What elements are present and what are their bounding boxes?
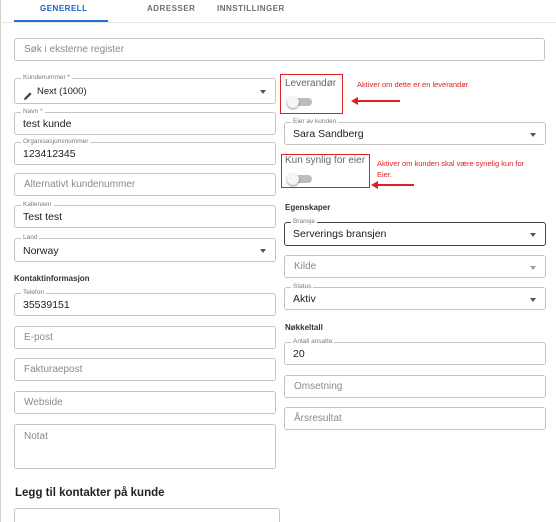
add-contact-field[interactable]	[14, 508, 280, 522]
phone-label: Telefon	[21, 289, 46, 297]
name-label: Navn *	[21, 108, 45, 116]
chevron-down-icon	[530, 132, 536, 137]
external-register-search[interactable]: Søk i eksterne register	[14, 38, 545, 61]
chevron-down-icon	[530, 233, 536, 237]
owner-select[interactable]: Eier av kunden Sara Sandberg	[284, 118, 546, 145]
email-placeholder: E-post	[24, 332, 53, 343]
status-select[interactable]: Status Aktiv	[284, 283, 546, 310]
country-label: Land	[21, 234, 40, 242]
key-figures-heading: Nøkkeltall	[285, 323, 323, 332]
employees-value: 20	[293, 348, 305, 360]
tab-adresser[interactable]: ADRESSER	[147, 4, 195, 13]
customer-number-label: Kundenummer *	[21, 74, 72, 82]
chevron-down-icon	[530, 297, 536, 302]
org-number-field[interactable]: Organisasjonsnummer 123412345	[14, 138, 276, 165]
revenue-field[interactable]: Omsetning	[284, 375, 546, 398]
annual-result-field[interactable]: Årsresultat	[284, 407, 546, 430]
contact-info-heading: Kontaktinformasjon	[14, 274, 90, 283]
properties-heading: Egenskaper	[285, 203, 331, 212]
customer-number-value: Next (1000)	[37, 86, 87, 97]
customer-number-select[interactable]: Kundenummer * Next (1000)	[14, 74, 276, 104]
country-value: Norway	[23, 245, 59, 257]
org-number-value: 123412345	[23, 148, 76, 160]
industry-select[interactable]: Bransje Serverings bransjen	[284, 218, 546, 246]
alt-customer-number-placeholder: Alternativt kundenummer	[24, 179, 136, 190]
employees-field[interactable]: Antall ansatte 20	[284, 338, 546, 365]
org-number-label: Organisasjonsnummer	[21, 138, 91, 146]
owner-value: Sara Sandberg	[293, 128, 364, 140]
status-label: Status	[291, 283, 314, 291]
invoice-email-field[interactable]: Fakturaepost	[14, 358, 276, 381]
tab-innstillinger[interactable]: INNSTILLINGER	[217, 4, 285, 13]
owner-only-annotation-line2: Eier.	[377, 170, 393, 179]
owner-only-annotation-line1: Aktiver om kunden skal være synelig kun …	[377, 159, 525, 168]
search-placeholder: Søk i eksterne register	[24, 44, 125, 55]
owner-only-toggle-thumb[interactable]	[287, 173, 299, 185]
alt-customer-number-field[interactable]: Alternativt kundenummer	[14, 173, 276, 196]
panel-border	[0, 0, 1, 522]
country-select[interactable]: Land Norway	[14, 234, 276, 262]
annual-result-placeholder: Årsresultat	[294, 413, 342, 424]
website-placeholder: Webside	[24, 397, 63, 408]
chevron-down-icon	[530, 265, 536, 270]
owner-label: Eier av kunden	[291, 118, 339, 126]
phone-field[interactable]: Telefon 35539151	[14, 289, 276, 316]
pencil-icon	[24, 92, 32, 100]
supplier-annotation: Aktiver om dette er en leverandør	[357, 80, 469, 89]
employees-label: Antall ansatte	[291, 338, 335, 346]
chevron-down-icon	[260, 90, 266, 94]
industry-label: Bransje	[291, 218, 318, 226]
source-placeholder: Kilde	[294, 261, 317, 272]
status-value: Aktiv	[293, 293, 316, 305]
phone-value: 35539151	[23, 299, 70, 311]
nickname-label: Kallenavn	[21, 201, 54, 209]
add-contacts-heading: Legg til kontakter på kunde	[15, 487, 165, 499]
tab-divider	[0, 22, 556, 23]
website-field[interactable]: Webside	[14, 391, 276, 414]
arrow-left-icon	[371, 181, 378, 189]
owner-only-arrow	[376, 184, 414, 186]
email-field[interactable]: E-post	[14, 326, 276, 349]
tab-generell[interactable]: GENERELL	[40, 4, 88, 13]
name-value: test kunde	[23, 118, 72, 130]
nickname-field[interactable]: Kallenavn Test test	[14, 201, 276, 228]
source-select[interactable]: Kilde	[284, 255, 546, 278]
arrow-left-icon	[351, 97, 358, 105]
name-field[interactable]: Navn * test kunde	[14, 108, 276, 135]
industry-value: Serverings bransjen	[293, 228, 387, 240]
chevron-down-icon	[260, 249, 266, 253]
supplier-arrow	[356, 100, 400, 102]
supplier-toggle-thumb[interactable]	[287, 96, 299, 108]
invoice-email-placeholder: Fakturaepost	[24, 364, 83, 375]
supplier-label: Leverandør	[285, 78, 337, 89]
note-textarea[interactable]: Notat	[14, 424, 276, 469]
customer-form: GENERELL ADRESSER INNSTILLINGER Søk i ek…	[0, 0, 556, 522]
revenue-placeholder: Omsetning	[294, 381, 343, 392]
nickname-value: Test test	[23, 211, 63, 223]
note-placeholder: Notat	[24, 431, 48, 442]
owner-only-label: Kun synlig for eier	[285, 155, 366, 166]
